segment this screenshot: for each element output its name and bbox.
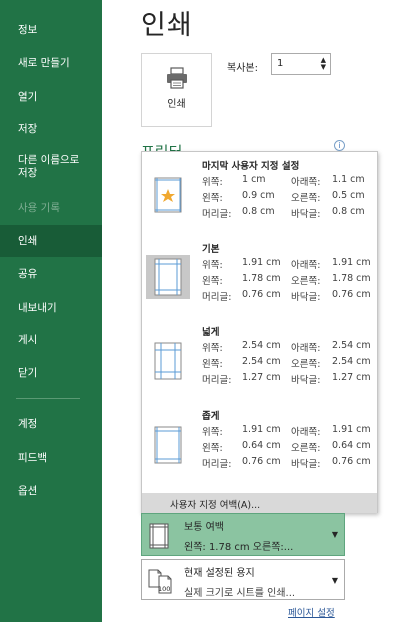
margin-preset-narrow[interactable]: 좁게 위쪽: 1.91 cm 아래쪽: 1.91 cm 왼쪽: 0.64 cm 오른쪽: 0… [142,408,377,476]
print-button-label: 인쇄 [167,99,186,110]
nav-info[interactable]: 정보 [0,24,102,37]
nav-feedback[interactable]: 피드백 [0,452,102,465]
nav-account[interactable]: 계정 [0,418,102,431]
margin-preset-last-custom[interactable]: 마지막 사용자 지정 설정 위쪽: 1 cm 아래쪽: 1.1 cm 왼쪽: 0.9 c… [142,158,377,226]
page-setup-link[interactable]: 페이지 설정 [288,605,335,619]
backstage-nav: 정보 새로 만들기 열기 저장 다른 이름으로 저장 사용 기록 인쇄 공유 내… [0,0,102,622]
custom-margin-star-icon [146,176,190,218]
chevron-down-icon: ▼ [331,576,338,585]
preset-name: 마지막 사용자 지정 설정 [202,161,300,172]
margins-dropdown: 마지막 사용자 지정 설정 위쪽: 1 cm 아래쪽: 1.1 cm 왼쪽: 0.9 c… [141,151,378,513]
copies-label: 복사본: [227,63,258,74]
preset-name: 기본 [202,244,220,255]
scale-setting-subtitle: 실제 크기로 시트를 인쇄... [184,588,296,599]
preset-name: 넓게 [202,327,220,338]
normal-margin-icon [148,523,170,553]
narrow-margin-icon [146,426,190,468]
normal-margin-icon [146,255,190,299]
chevron-down-icon: ▼ [331,530,338,539]
copies-value: 1 [277,58,284,69]
nav-history: 사용 기록 [18,202,60,214]
margins-setting-dropdown[interactable]: 보통 여백 왼쪽: 1.78 cm 오른쪽:... ▼ [141,513,345,556]
info-icon[interactable]: i [334,140,345,151]
spin-arrows-icon[interactable]: ▲ ▼ [321,57,326,71]
nav-divider [16,398,80,399]
nav-options[interactable]: 옵션 [0,485,102,498]
preset-name: 좁게 [202,411,220,422]
margin-setting-title: 보통 여백 [184,522,224,533]
margin-preset-normal[interactable]: 기본 위쪽: 1.91 cm 아래쪽: 1.91 cm 왼쪽: 1.78 cm 오른쪽: 1… [142,241,377,309]
scale-icon-text: 100 [158,585,171,593]
scaling-setting-dropdown[interactable]: 100 현재 설정된 용지 실제 크기로 시트를 인쇄... ▼ [141,559,345,600]
nav-open[interactable]: 열기 [0,91,102,104]
print-button[interactable]: 인쇄 [141,53,212,127]
nav-share[interactable]: 공유 [0,268,102,281]
nav-new[interactable]: 새로 만들기 [0,57,102,70]
wide-margin-icon [146,342,190,384]
actual-size-page-icon [146,567,176,601]
printer-icon [166,67,188,93]
custom-margins-menu-item[interactable]: 사용자 지정 여백(A)... [142,493,377,513]
nav-close[interactable]: 닫기 [0,367,102,380]
page-title: 인쇄 [141,10,193,41]
nav-export[interactable]: 내보내기 [0,302,102,315]
scale-setting-title: 현재 설정된 용지 [184,568,255,579]
nav-save-as[interactable]: 다른 이름으로 저장 [0,154,102,180]
nav-save[interactable]: 저장 [0,123,102,136]
margin-preset-wide[interactable]: 넓게 위쪽: 2.54 cm 아래쪽: 2.54 cm 왼쪽: 2.54 cm 오른쪽: 2… [142,324,377,392]
nav-print[interactable]: 인쇄 [0,225,102,257]
margin-setting-subtitle: 왼쪽: 1.78 cm 오른쪽:... [184,542,294,553]
copies-stepper[interactable]: 1 ▲ ▼ [271,53,331,75]
nav-publish[interactable]: 게시 [0,334,102,347]
